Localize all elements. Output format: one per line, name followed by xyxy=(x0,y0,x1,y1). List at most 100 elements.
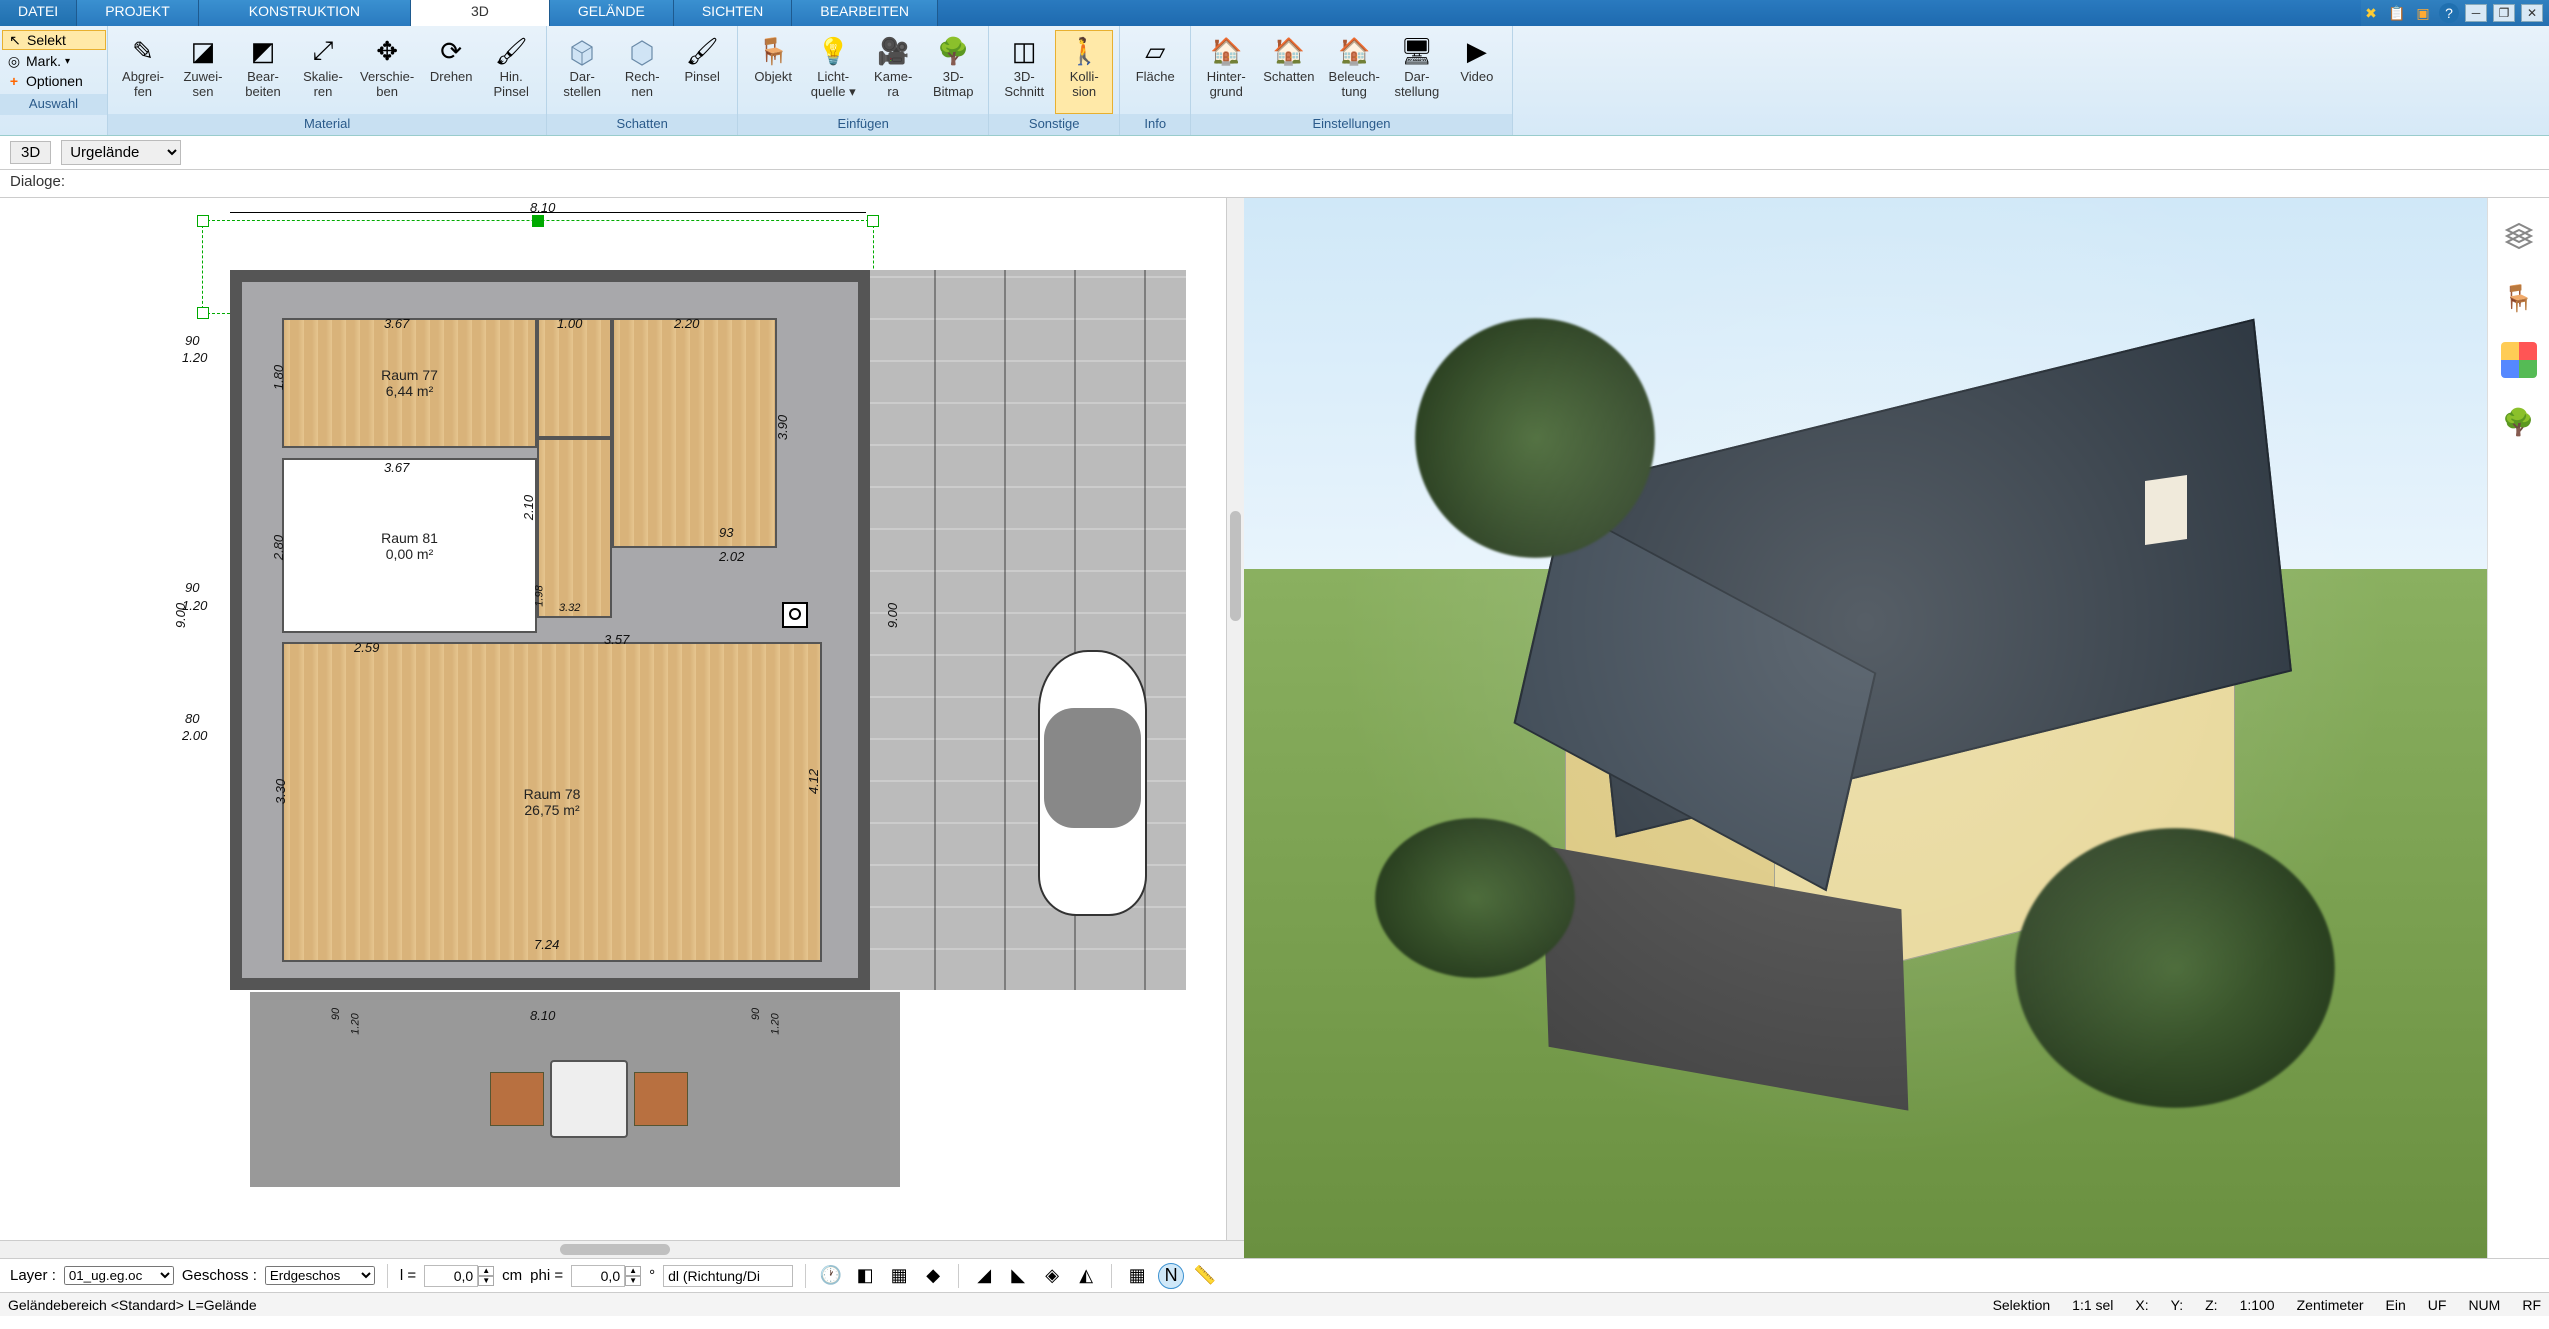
hintergrund-button[interactable]: 🏠Hinter- grund xyxy=(1197,30,1255,114)
scrollbar-vertical-2d[interactable] xyxy=(1226,198,1244,1240)
stairwell: 2.20 3.90 93 2.02 xyxy=(612,318,777,548)
menu-bearbeiten[interactable]: BEARBEITEN xyxy=(792,0,938,26)
bitmap-button[interactable]: 🌳3D- Bitmap xyxy=(924,30,982,114)
drehen-button[interactable]: ⟳Drehen xyxy=(422,30,480,114)
layer-label: Layer : xyxy=(10,1267,56,1284)
verschieben-button[interactable]: ✥Verschie- ben xyxy=(354,30,420,114)
status-x: X: xyxy=(2135,1297,2148,1313)
furniture-button[interactable]: 🪑 xyxy=(2501,280,2537,316)
kamera-button[interactable]: 🎥Kame- ra xyxy=(864,30,922,114)
mark-button[interactable]: ◎Mark.▾ xyxy=(2,52,106,70)
abgreifen-button[interactable]: ✎Abgrei- fen xyxy=(114,30,172,114)
cube-small-icon[interactable]: ◭ xyxy=(1073,1263,1099,1289)
phi-label: phi = xyxy=(530,1267,563,1284)
input-bar: Layer : 01_ug.eg.oc Geschoss : Erdgescho… xyxy=(0,1258,2549,1292)
overlay-icon[interactable]: ◧ xyxy=(852,1263,878,1289)
room-78-label: Raum 78 26,75 m² xyxy=(524,786,581,818)
north-icon[interactable]: N xyxy=(1158,1263,1184,1289)
scrollbar-horizontal-2d[interactable] xyxy=(0,1240,1244,1258)
status-scale: 1:100 xyxy=(2240,1297,2275,1313)
close-button[interactable]: ✕ xyxy=(2521,4,2543,22)
menu-gelaende[interactable]: GELÄNDE xyxy=(550,0,674,26)
zuweisen-button[interactable]: ◪Zuwei- sen xyxy=(174,30,232,114)
hinpinsel-button[interactable]: 🖌Hin. Pinsel xyxy=(482,30,540,114)
group-auswahl: Auswahl xyxy=(0,94,107,115)
room-78: 2.59 3.57 Raum 78 26,75 m² 3.30 4.12 7.2… xyxy=(282,642,822,962)
bulb-icon: 💡 xyxy=(816,34,850,68)
stack-icon[interactable]: ▦ xyxy=(886,1263,912,1289)
l-input[interactable] xyxy=(424,1265,478,1287)
sub-toolbar: 3D Urgelände xyxy=(0,136,2549,170)
shapes-icon[interactable]: ◆ xyxy=(920,1263,946,1289)
phi-down[interactable]: ▼ xyxy=(625,1276,641,1286)
house-light-icon: 🏠 xyxy=(1337,34,1371,68)
clipboard-icon[interactable]: 📋 xyxy=(2387,3,2407,23)
menu-3d[interactable]: 3D xyxy=(411,0,550,26)
objekt-button[interactable]: 🪑Objekt xyxy=(744,30,802,114)
socket-symbol xyxy=(782,602,808,628)
menu-projekt[interactable]: PROJEKT xyxy=(77,0,199,26)
phi-input[interactable] xyxy=(571,1265,625,1287)
bearbeiten-button[interactable]: ◩Bear- beiten xyxy=(234,30,292,114)
select-button[interactable]: ↖Selekt xyxy=(2,30,106,50)
camera-icon: 🎥 xyxy=(876,34,910,68)
house-shadow-icon: 🏠 xyxy=(1272,34,1306,68)
licht-button[interactable]: 💡Licht- quelle ▾ xyxy=(804,30,862,114)
angle-right-icon[interactable]: ◣ xyxy=(1005,1263,1031,1289)
monitor-icon: 🖥 xyxy=(1400,34,1434,68)
rechnen-button[interactable]: Rech- nen xyxy=(613,30,671,114)
2d-viewport[interactable]: ❋ ❋ ❋ ❋ ❋ ❋ 8.10 3.67 Raum 77 6,44 m xyxy=(0,198,1244,1258)
plus-icon: + xyxy=(6,73,22,89)
phi-up[interactable]: ▲ xyxy=(625,1266,641,1276)
menu-konstruktion[interactable]: KONSTRUKTION xyxy=(199,0,411,26)
hint-input[interactable] xyxy=(663,1265,793,1287)
color-button[interactable] xyxy=(2501,342,2537,378)
3d-viewport[interactable] xyxy=(1244,198,2488,1258)
plants-button[interactable]: 🌳 xyxy=(2501,404,2537,440)
edit-icon: ◩ xyxy=(246,34,280,68)
menu-file[interactable]: DATEI xyxy=(0,0,77,26)
darstellen-button[interactable]: Dar- stellen xyxy=(553,30,611,114)
options-button[interactable]: +Optionen xyxy=(2,72,106,90)
l-up[interactable]: ▲ xyxy=(478,1266,494,1276)
right-toolbar: 🪑 🌳 xyxy=(2487,198,2549,1258)
kollision-button[interactable]: 🚶Kolli- sion xyxy=(1055,30,1113,114)
status-num: NUM xyxy=(2468,1297,2500,1313)
l-down[interactable]: ▼ xyxy=(478,1276,494,1286)
terrain-select[interactable]: Urgelände xyxy=(61,140,181,165)
grid-icon[interactable]: ▦ xyxy=(1124,1263,1150,1289)
help-icon[interactable]: ? xyxy=(2439,3,2459,23)
angle-left-icon[interactable]: ◢ xyxy=(971,1263,997,1289)
corridor: 1.98 3.32 xyxy=(537,438,612,618)
floor-select[interactable]: Erdgeschos xyxy=(265,1266,375,1285)
diamond-icon[interactable]: ◈ xyxy=(1039,1263,1065,1289)
cube-calc-icon xyxy=(625,34,659,68)
l-label: l = xyxy=(400,1267,416,1284)
clock-icon[interactable]: 🕐 xyxy=(818,1263,844,1289)
pinsel-button[interactable]: 🖌Pinsel xyxy=(673,30,731,114)
menu-sichten[interactable]: SICHTEN xyxy=(674,0,792,26)
schnitt-button[interactable]: ◫3D- Schnitt xyxy=(995,30,1053,114)
menu-bar: DATEI PROJEKT KONSTRUKTION 3D GELÄNDE SI… xyxy=(0,0,2549,26)
group-material: Material xyxy=(108,114,546,135)
person-icon: 🚶 xyxy=(1067,34,1101,68)
room-81-label: Raum 81 0,00 m² xyxy=(381,530,438,562)
layers-button[interactable] xyxy=(2501,218,2537,254)
status-unit: Zentimeter xyxy=(2297,1297,2364,1313)
tools-icon[interactable]: ✖ xyxy=(2361,3,2381,23)
box-icon[interactable]: ▣ xyxy=(2413,3,2433,23)
group-einfuegen: Einfügen xyxy=(738,114,988,135)
ruler-icon[interactable]: 📏 xyxy=(1192,1263,1218,1289)
restore-button[interactable]: ❐ xyxy=(2493,4,2515,22)
beleuchtung-button[interactable]: 🏠Beleuch- tung xyxy=(1323,30,1386,114)
move-icon: ✥ xyxy=(370,34,404,68)
minimize-button[interactable]: ─ xyxy=(2465,4,2487,22)
layer-select[interactable]: 01_ug.eg.oc xyxy=(64,1266,174,1285)
schatten-setting-button[interactable]: 🏠Schatten xyxy=(1257,30,1320,114)
flaeche-button[interactable]: ▱Fläche xyxy=(1126,30,1184,114)
skalieren-button[interactable]: ⤢Skalie- ren xyxy=(294,30,352,114)
pipette-icon: ✎ xyxy=(126,34,160,68)
darstellung-button[interactable]: 🖥Dar- stellung xyxy=(1388,30,1446,114)
floor-label: Geschoss : xyxy=(182,1267,257,1284)
video-button[interactable]: ▶Video xyxy=(1448,30,1506,114)
